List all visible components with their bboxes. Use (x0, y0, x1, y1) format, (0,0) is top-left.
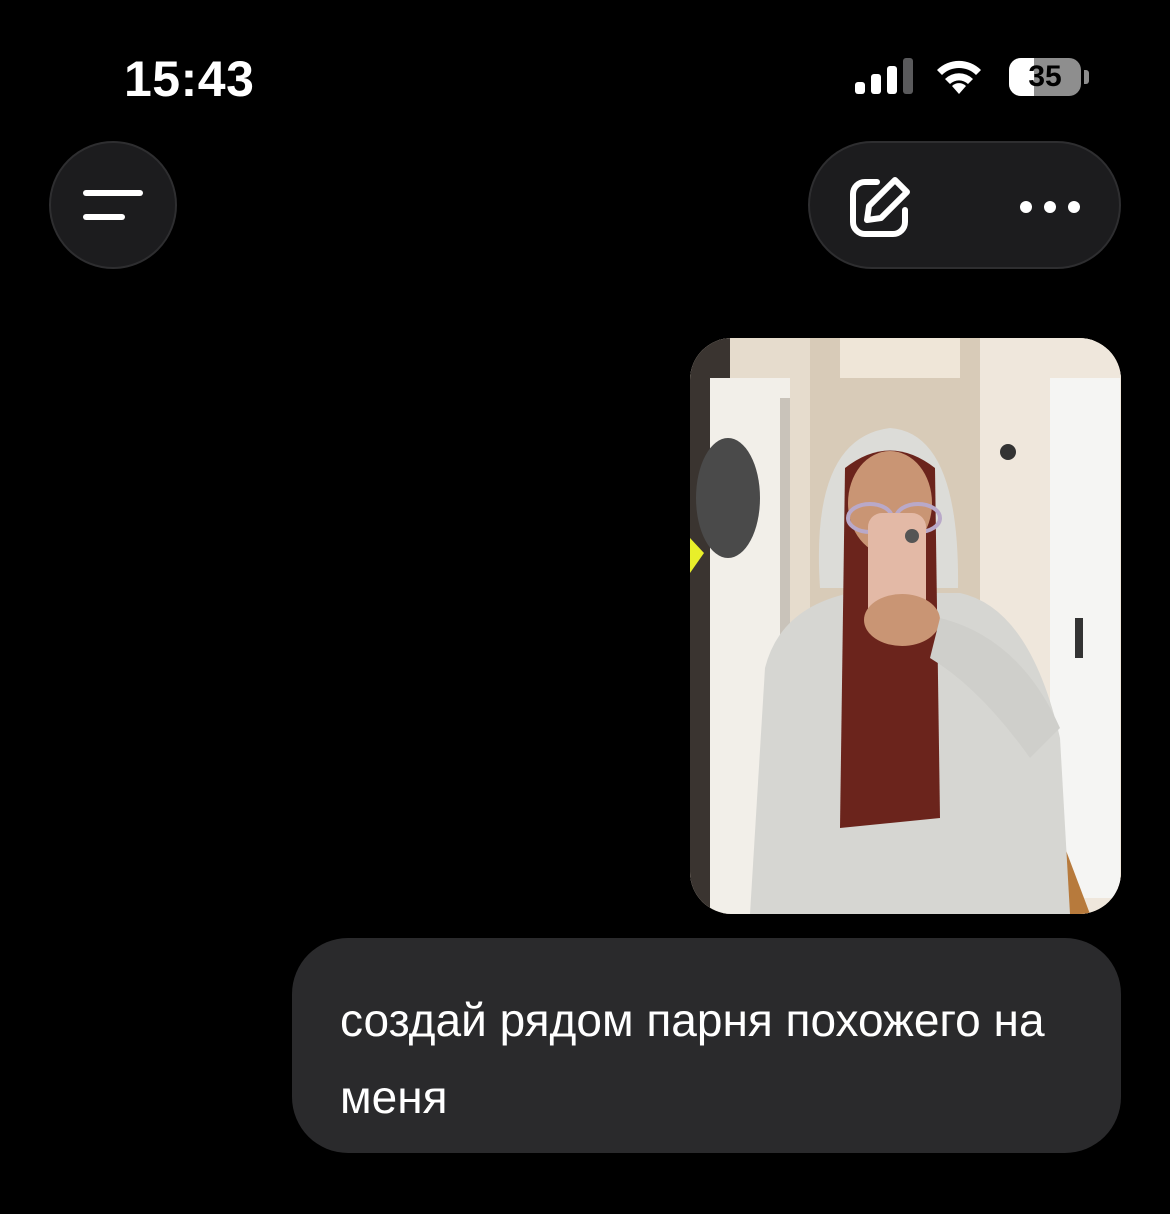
new-chat-button[interactable] (846, 173, 914, 241)
wifi-icon (937, 60, 981, 94)
menu-icon (83, 190, 143, 220)
cellular-signal-icon (855, 58, 913, 94)
status-time: 15:43 (124, 51, 255, 107)
compose-icon (850, 177, 910, 237)
battery-percent: 35 (1028, 60, 1062, 93)
battery-icon: 35 (1009, 56, 1089, 100)
chat-screen: 15:43 35 создай рядом парня похожего на … (0, 0, 1170, 1214)
user-message-bubble[interactable]: создай рядом парня похожего на меня (292, 938, 1121, 1153)
menu-button[interactable] (49, 141, 177, 269)
more-options-button[interactable] (1010, 177, 1090, 237)
battery-tip (1084, 70, 1089, 84)
attached-photo[interactable] (690, 338, 1121, 914)
message-text: создай рядом парня похожего на меня (340, 994, 1045, 1123)
photo-selfie-image (690, 338, 1121, 914)
more-horizontal-icon (1020, 201, 1080, 213)
battery-body: 35 (1009, 58, 1081, 96)
header-actions (808, 141, 1121, 269)
